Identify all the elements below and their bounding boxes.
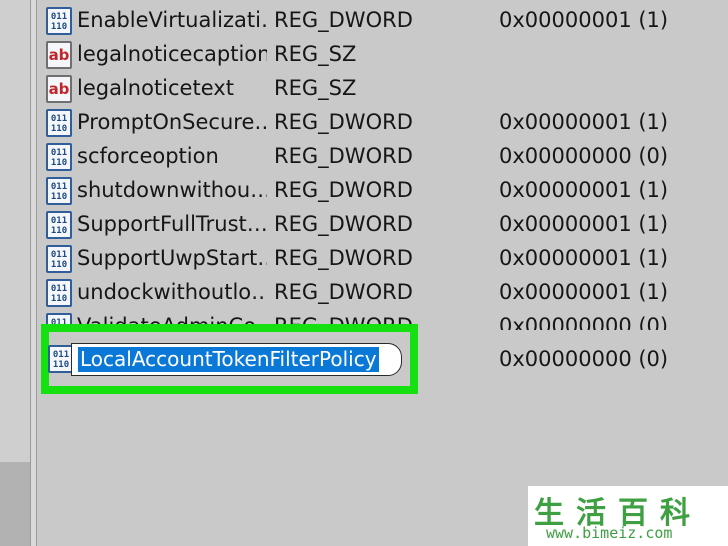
value-name: PromptOnSecure… xyxy=(77,110,267,134)
binary-value-icon: 011110 xyxy=(46,211,72,239)
binary-value-icon: 011110 xyxy=(46,177,72,205)
value-name: shutdownwithou… xyxy=(77,178,267,202)
value-name: legalnoticetext xyxy=(77,76,234,100)
value-data: 0x00000001 (1) xyxy=(499,280,669,304)
values-list[interactable]: 011 110 EnableVirtualizati… REG_DWORD 0x0000… xyxy=(38,0,728,546)
rename-selected-text[interactable]: LocalAccountTokenFilterPolicy xyxy=(78,347,379,372)
value-row[interactable]: 011 110 scforceoption REG_DWORD 0x00000000 (… xyxy=(38,140,728,174)
value-name: SupportUwpStart… xyxy=(77,246,267,270)
value-data: 0x00000000 (0) xyxy=(499,314,669,330)
value-type: REG_SZ xyxy=(274,76,357,100)
value-type: REG_DWORD xyxy=(274,212,413,236)
pane-splitter[interactable] xyxy=(30,0,37,546)
binary-value-icon: 011110 xyxy=(46,279,72,307)
string-value-icon: ab xyxy=(46,75,72,103)
value-data: 0x00000001 (1) xyxy=(499,110,669,134)
watermark: 生活百科 www.bimeiz.com xyxy=(528,486,728,546)
binary-value-icon: 011110 xyxy=(46,7,72,35)
tree-scrollbar[interactable] xyxy=(0,462,30,546)
value-data: 0x00000001 (1) xyxy=(499,178,669,202)
watermark-url: www.bimeiz.com xyxy=(546,524,673,542)
value-name: legalnoticecaption xyxy=(77,42,267,66)
value-data: 0x00000001 (1) xyxy=(499,8,669,32)
value-name: SupportFullTrust… xyxy=(77,212,267,236)
rename-input[interactable]: LocalAccountTokenFilterPolicy xyxy=(71,343,402,376)
value-row[interactable]: ab legalnoticecaption REG_SZ xyxy=(38,38,728,72)
value-type: REG_SZ xyxy=(274,42,357,66)
value-type: REG_DWORD xyxy=(274,246,413,270)
value-row[interactable]: 011 110 undockwithoutlo… REG_DWORD 0x0000000… xyxy=(38,276,728,310)
value-name: undockwithoutlo… xyxy=(77,280,267,304)
value-data: 0x00000001 (1) xyxy=(499,212,669,236)
binary-value-icon: 011110 xyxy=(46,109,72,137)
value-type: REG_DWORD xyxy=(274,110,413,134)
tree-pane[interactable] xyxy=(0,0,30,546)
binary-value-icon: 011110 xyxy=(46,245,72,273)
string-value-icon: ab xyxy=(46,41,72,69)
value-name: scforceoption xyxy=(77,144,219,168)
value-row[interactable]: 011 110 SupportUwpStart… REG_DWORD 0x0000000… xyxy=(38,242,728,276)
value-type: REG_DWORD xyxy=(274,178,413,202)
value-row[interactable]: ab legalnoticetext REG_SZ xyxy=(38,72,728,106)
binary-value-icon: 011110 xyxy=(46,143,72,171)
value-data: 0x00000000 (0) xyxy=(499,347,669,371)
value-row[interactable]: 011 110 SupportFullTrust… REG_DWORD 0x000000… xyxy=(38,208,728,242)
value-type: REG_DWORD xyxy=(274,280,413,304)
value-type: REG_DWORD xyxy=(274,8,413,32)
value-data: 0x00000000 (0) xyxy=(499,144,669,168)
value-row[interactable]: 011 110 EnableVirtualizati… REG_DWORD 0x0000… xyxy=(38,4,728,38)
value-row[interactable]: 011 110 shutdownwithou… REG_DWORD 0x00000001… xyxy=(38,174,728,208)
value-data: 0x00000001 (1) xyxy=(499,246,669,270)
value-name: EnableVirtualizati… xyxy=(77,8,267,32)
value-type: REG_DWORD xyxy=(274,144,413,168)
value-row[interactable]: 011 110 PromptOnSecure… REG_DWORD 0x00000001… xyxy=(38,106,728,140)
